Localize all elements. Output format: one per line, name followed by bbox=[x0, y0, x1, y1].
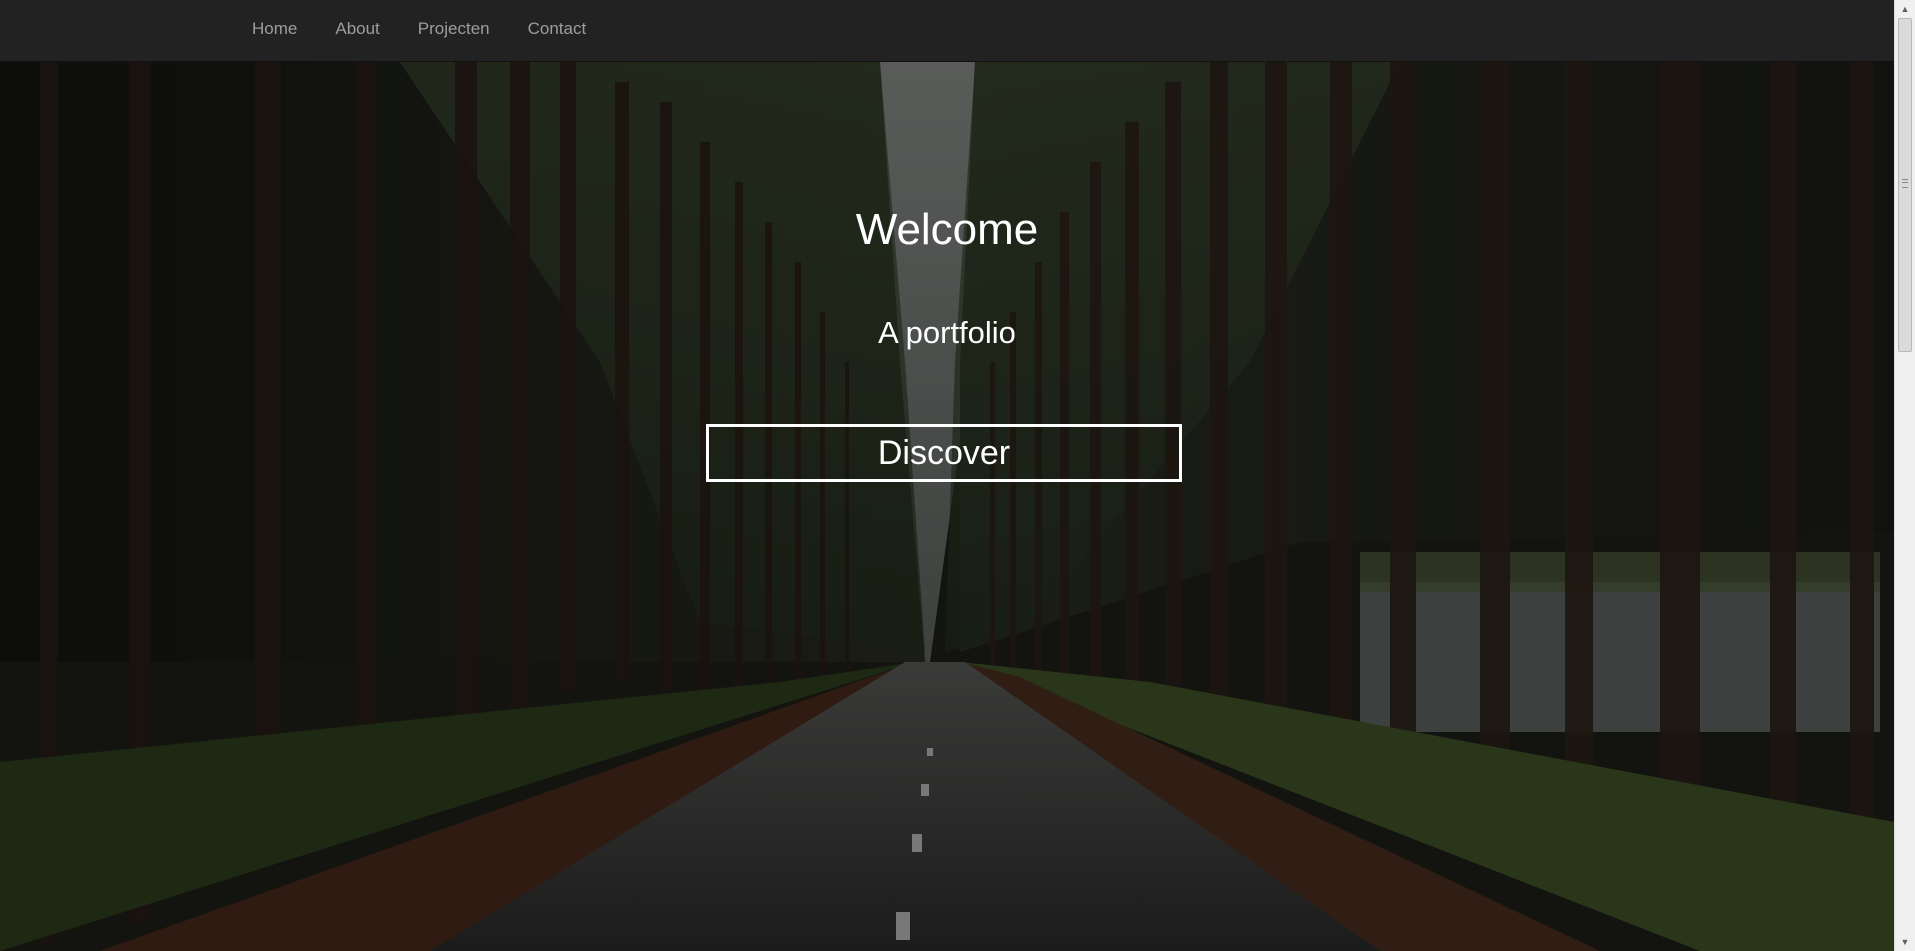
nav-link-projecten[interactable]: Projecten bbox=[399, 0, 509, 58]
nav-item-home: Home bbox=[233, 0, 316, 58]
discover-button[interactable]: Discover bbox=[706, 424, 1182, 482]
nav-link-home[interactable]: Home bbox=[233, 0, 316, 58]
hero-subtitle: A portfolio bbox=[878, 315, 1016, 350]
hero-title: Welcome bbox=[855, 205, 1039, 254]
nav-list: Home About Projecten Contact bbox=[233, 0, 605, 58]
nav-link-about[interactable]: About bbox=[316, 0, 398, 58]
arrow-up-icon[interactable]: ▲ bbox=[1895, 0, 1915, 18]
scrollbar-thumb[interactable] bbox=[1898, 18, 1912, 352]
scroll-grip-icon bbox=[1902, 179, 1908, 188]
page: Home About Projecten Contact Welcome A p… bbox=[0, 0, 1915, 951]
hero-section: Welcome A portfolio Discover bbox=[0, 62, 1894, 951]
nav-item-about: About bbox=[316, 0, 398, 58]
nav-item-contact: Contact bbox=[509, 0, 606, 58]
nav-link-contact[interactable]: Contact bbox=[509, 0, 606, 58]
top-navbar: Home About Projecten Contact bbox=[0, 0, 1894, 62]
nav-item-projecten: Projecten bbox=[399, 0, 509, 58]
vertical-scrollbar[interactable]: ▲ ▼ bbox=[1894, 0, 1915, 951]
hero-dark-overlay bbox=[0, 62, 1894, 951]
arrow-down-icon[interactable]: ▼ bbox=[1895, 933, 1915, 951]
